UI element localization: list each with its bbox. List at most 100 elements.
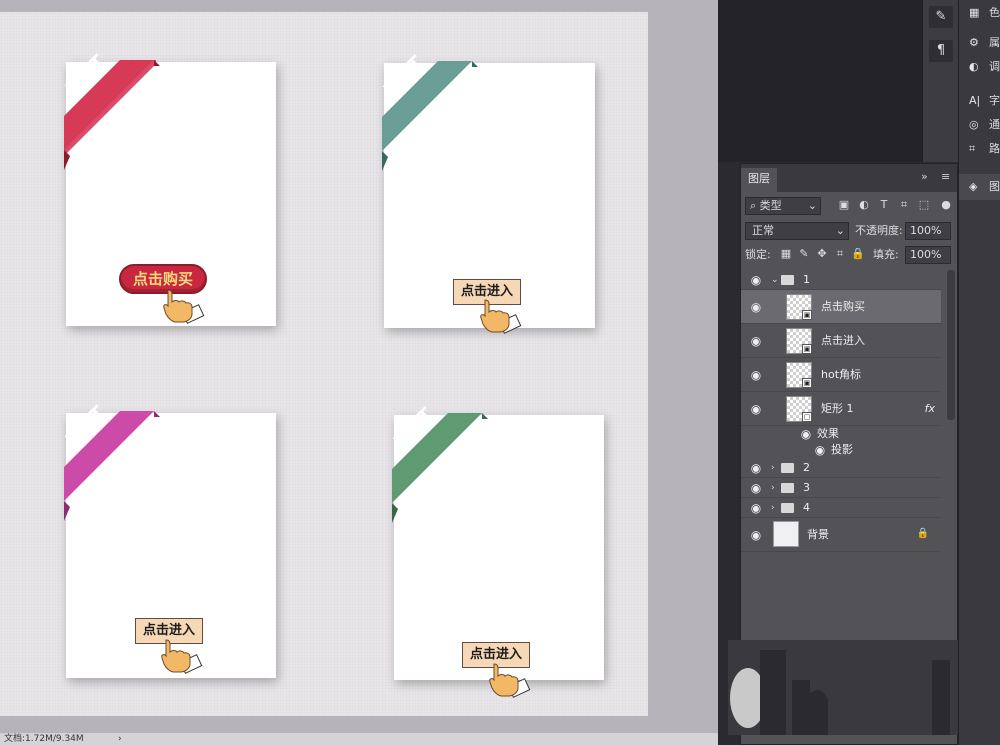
layer-group-3[interactable]: ◉ › 3 (741, 478, 941, 498)
collapsed-panel-layers[interactable]: ◈ 图 (959, 174, 1000, 200)
visibility-eye-icon[interactable]: ◉ (813, 443, 827, 457)
layers-icon: ◈ (969, 180, 978, 193)
search-icon: ⌕ (750, 199, 757, 212)
collapsed-panel-adjustments[interactable]: ◐ 调 (959, 54, 1000, 80)
chevron-right-icon[interactable]: › (771, 478, 775, 498)
layer-thumbnail (773, 521, 799, 547)
document-workspace: HOT 点击购买 HOT 点击进入 HOT 点击进入 HOT 点击进入 文档:1… (0, 0, 718, 745)
layer-thumbnail: ▣ (786, 362, 812, 388)
mini-toolstrip: ✎ ¶ (922, 0, 958, 162)
lock-artboard-icon[interactable]: ⌗ (833, 247, 847, 261)
tool-mixer-brush-icon[interactable]: ✎ (929, 6, 953, 28)
lock-position-icon[interactable]: ✥ (815, 247, 829, 260)
paths-icon: ⌗ (969, 142, 976, 155)
layer-effects-row[interactable]: ◉ 效果 (741, 426, 941, 442)
visibility-eye-icon[interactable]: ◉ (749, 368, 763, 382)
filter-pixel-icon[interactable]: ▣ (837, 198, 851, 212)
layer-name: hot角标 (821, 368, 862, 381)
layer-name: 1 (803, 273, 810, 286)
visibility-eye-icon[interactable]: ◉ (749, 402, 763, 416)
collapsed-panel-character[interactable]: A| 字 (959, 88, 1000, 114)
layer-name: 矩形 1 (821, 402, 854, 415)
effects-label: 效果 (817, 427, 839, 440)
chevron-right-icon[interactable]: › (771, 458, 775, 478)
visibility-eye-icon[interactable]: ◉ (749, 273, 763, 287)
character-icon: A| (969, 94, 981, 107)
filter-kind-select[interactable]: ⌕ 类型 ⌄ (745, 197, 821, 215)
visibility-eye-icon[interactable]: ◉ (749, 501, 763, 515)
status-menu-arrow[interactable]: › (118, 733, 122, 745)
collapse-icon[interactable]: » (921, 170, 928, 183)
pointing-hand-icon-2 (480, 299, 522, 334)
collapsed-panel-properties[interactable]: ⚙ 属 (959, 30, 1000, 56)
layer-group-1[interactable]: ◉ ⌄ 1 (741, 270, 941, 290)
visibility-eye-icon[interactable]: ◉ (749, 481, 763, 495)
panel-overlay-shapes (728, 640, 958, 735)
filter-adjustment-icon[interactable]: ◐ (857, 198, 871, 212)
collapsed-panel-color[interactable]: ▦ 色 (959, 0, 1000, 26)
folder-icon (781, 483, 794, 493)
layer-thumbnail: ▣ (786, 294, 812, 320)
layer-name: 2 (803, 461, 810, 474)
collapsed-panels: ▦ 色 ⚙ 属 ◐ 调 A| 字 ◎ 通 ⌗ 路 ◈ 图 (958, 0, 1000, 745)
blend-mode-select[interactable]: 正常 ⌄ (745, 222, 849, 240)
visibility-eye-icon[interactable]: ◉ (749, 300, 763, 314)
layers-panel-header: 图层 » ≡ (741, 164, 957, 192)
filter-shape-icon[interactable]: ⌗ (897, 198, 911, 212)
layer-background[interactable]: ◉ 背景 🔒 (741, 518, 941, 552)
drop-shadow-row[interactable]: ◉ 投影 (741, 442, 941, 458)
opacity-input[interactable]: 100% (905, 222, 951, 240)
folder-icon (781, 275, 794, 285)
pointing-hand-icon-1 (163, 289, 205, 324)
photoshop-window: HOT 点击购买 HOT 点击进入 HOT 点击进入 HOT 点击进入 文档:1… (0, 0, 1000, 745)
layer-filter-row: ⌕ 类型 ⌄ ▣ ◐ T ⌗ ⬚ ● (745, 197, 955, 217)
tab-layers[interactable]: 图层 (741, 168, 777, 192)
lock-row: 锁定: ▦ ✎ ✥ ⌗ 🔒 填充: 100% (745, 246, 955, 266)
layer-group-2[interactable]: ◉ › 2 (741, 458, 941, 478)
folder-icon (781, 463, 794, 473)
fill-label: 填充: (873, 248, 899, 261)
layer-thumbnail: ▣ (786, 328, 812, 354)
chevron-down-icon: ⌄ (807, 199, 817, 212)
filter-smart-object-icon[interactable]: ⬚ (917, 198, 931, 212)
layer-hot-badge[interactable]: ◉ ▣ hot角标 (741, 358, 941, 392)
chevron-right-icon[interactable]: › (771, 498, 775, 518)
filter-type-icon[interactable]: T (877, 198, 891, 212)
lock-label: 锁定: (745, 248, 771, 261)
visibility-eye-icon[interactable]: ◉ (749, 528, 763, 542)
status-bar: 文档:1.72M/9.34M › (0, 733, 718, 745)
collapsed-panel-channels[interactable]: ◎ 通 (959, 112, 1000, 138)
lock-all-icon[interactable]: 🔒 (851, 247, 865, 260)
drop-shadow-label: 投影 (831, 443, 853, 456)
layer-buy-now[interactable]: ◉ ▣ 点击购买 (741, 290, 941, 324)
smart-object-icon: ▣ (802, 344, 812, 354)
channels-icon: ◎ (969, 118, 979, 131)
panel-menu-icon[interactable]: ≡ (941, 170, 950, 183)
visibility-eye-icon[interactable]: ◉ (799, 427, 813, 441)
properties-icon: ⚙ (969, 36, 979, 49)
shape-icon: ▢ (802, 412, 812, 422)
fx-icon[interactable]: fx (925, 402, 935, 415)
chevron-down-icon[interactable]: ⌄ (771, 270, 779, 290)
visibility-eye-icon[interactable]: ◉ (749, 334, 763, 348)
visibility-eye-icon[interactable]: ◉ (749, 461, 763, 475)
collapsed-panel-paths[interactable]: ⌗ 路 (959, 136, 1000, 162)
layers-scrollbar[interactable] (947, 270, 955, 420)
adjustments-icon: ◐ (969, 60, 979, 73)
blend-row: 正常 ⌄ 不透明度: 100% (745, 222, 955, 242)
smart-object-icon: ▣ (802, 378, 812, 388)
folder-icon (781, 503, 794, 513)
paragraph-icon[interactable]: ¶ (929, 40, 953, 62)
document-canvas[interactable]: HOT 点击购买 HOT 点击进入 HOT 点击进入 HOT 点击进入 (0, 12, 648, 716)
layer-enter[interactable]: ◉ ▣ 点击进入 (741, 324, 941, 358)
lock-icon: 🔒 (916, 528, 929, 539)
filter-toggle-icon[interactable]: ● (939, 198, 953, 212)
layer-group-4[interactable]: ◉ › 4 (741, 498, 941, 518)
lock-transparent-icon[interactable]: ▦ (779, 247, 793, 260)
layer-list: ◉ ⌄ 1 ◉ ▣ 点击购买 ◉ ▣ 点击进入 ◉ ▣ hot角标 ◉ ▢ 矩形… (741, 270, 941, 552)
chevron-down-icon: ⌄ (835, 224, 845, 237)
layer-rectangle-1[interactable]: ◉ ▢ 矩形 1 fx (741, 392, 941, 426)
lock-image-icon[interactable]: ✎ (797, 247, 811, 260)
pointing-hand-icon-4 (489, 663, 531, 698)
fill-input[interactable]: 100% (905, 246, 951, 264)
